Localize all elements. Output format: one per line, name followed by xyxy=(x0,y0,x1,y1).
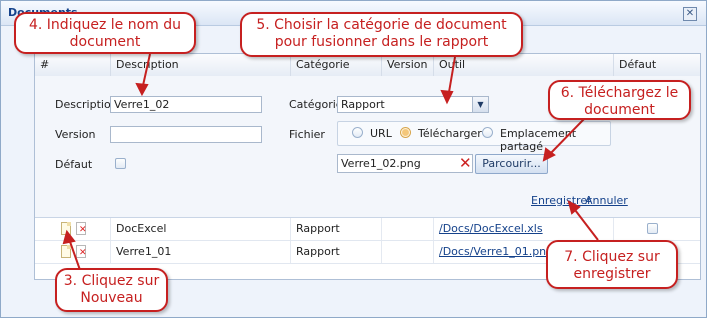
document-icon[interactable] xyxy=(61,222,71,235)
row-actions xyxy=(35,241,110,263)
col-header-number[interactable]: # xyxy=(35,54,110,76)
clear-file-icon[interactable]: ✕ xyxy=(459,156,472,171)
row-default-checkbox[interactable] xyxy=(647,223,658,234)
cancel-link[interactable]: Annuler xyxy=(585,194,628,207)
table-row[interactable]: DocExcel Rapport /Docs/DocExcel.xls xyxy=(35,218,700,241)
row-description: DocExcel xyxy=(110,218,290,240)
description-label: Description xyxy=(55,98,118,111)
delete-icon[interactable] xyxy=(76,222,87,235)
row-actions xyxy=(35,218,110,240)
radio-upload-label: Télécharger xyxy=(418,127,482,140)
grid-header: # Description Catégorie Version Outil Dé… xyxy=(35,54,700,77)
document-icon[interactable] xyxy=(61,245,71,258)
version-label: Version xyxy=(55,128,96,141)
row-link-cell: /Docs/DocExcel.xls xyxy=(433,218,613,240)
browse-button[interactable]: Parcourir... xyxy=(475,154,548,174)
default-label: Défaut xyxy=(55,158,93,171)
radio-upload[interactable] xyxy=(400,127,411,138)
category-label: Catégorie xyxy=(289,98,343,111)
radio-url-label: URL xyxy=(370,127,392,140)
filename-field[interactable]: Verre1_02.png xyxy=(337,154,473,173)
row-category: Rapport xyxy=(290,218,381,240)
default-checkbox[interactable] xyxy=(115,158,126,169)
callout-step-4: 4. Indiquez le nom du document xyxy=(14,12,196,54)
description-input[interactable]: Verre1_02 xyxy=(110,96,262,113)
radio-shared-label: Emplacement partagé xyxy=(500,127,577,153)
save-link[interactable]: Enregistrer xyxy=(531,194,592,207)
row-category: Rapport xyxy=(290,241,381,263)
version-input[interactable] xyxy=(110,126,262,143)
row-default-cell xyxy=(613,218,700,240)
category-select[interactable]: Rapport ▼ xyxy=(337,96,489,113)
radio-shared[interactable] xyxy=(482,127,493,138)
col-header-default[interactable]: Défaut xyxy=(613,54,700,76)
row-version xyxy=(381,218,433,240)
row-document-link[interactable]: /Docs/Verre1_01.png xyxy=(439,245,553,258)
radio-url[interactable] xyxy=(352,127,363,138)
file-source-group: URL Télécharger Emplacement partagé xyxy=(337,121,611,153)
file-label: Fichier xyxy=(289,128,325,141)
close-icon[interactable]: ✕ xyxy=(683,7,697,21)
callout-step-3: 3. Cliquez sur Nouveau xyxy=(55,268,168,312)
row-document-link[interactable]: /Docs/DocExcel.xls xyxy=(439,222,543,235)
col-header-category[interactable]: Catégorie xyxy=(290,54,381,76)
category-value: Rapport xyxy=(341,98,385,111)
row-description: Verre1_01 xyxy=(110,241,290,263)
callout-step-7: 7. Cliquez sur enregistrer xyxy=(546,240,678,289)
callout-step-5: 5. Choisir la catégorie de document pour… xyxy=(240,12,523,57)
col-header-tool[interactable]: Outil xyxy=(433,54,613,76)
col-header-version[interactable]: Version xyxy=(381,54,433,76)
callout-step-6: 6. Téléchargez le document xyxy=(548,80,691,120)
chevron-down-icon[interactable]: ▼ xyxy=(472,97,488,112)
delete-icon[interactable] xyxy=(76,245,87,258)
col-header-description[interactable]: Description xyxy=(110,54,290,76)
row-version xyxy=(381,241,433,263)
